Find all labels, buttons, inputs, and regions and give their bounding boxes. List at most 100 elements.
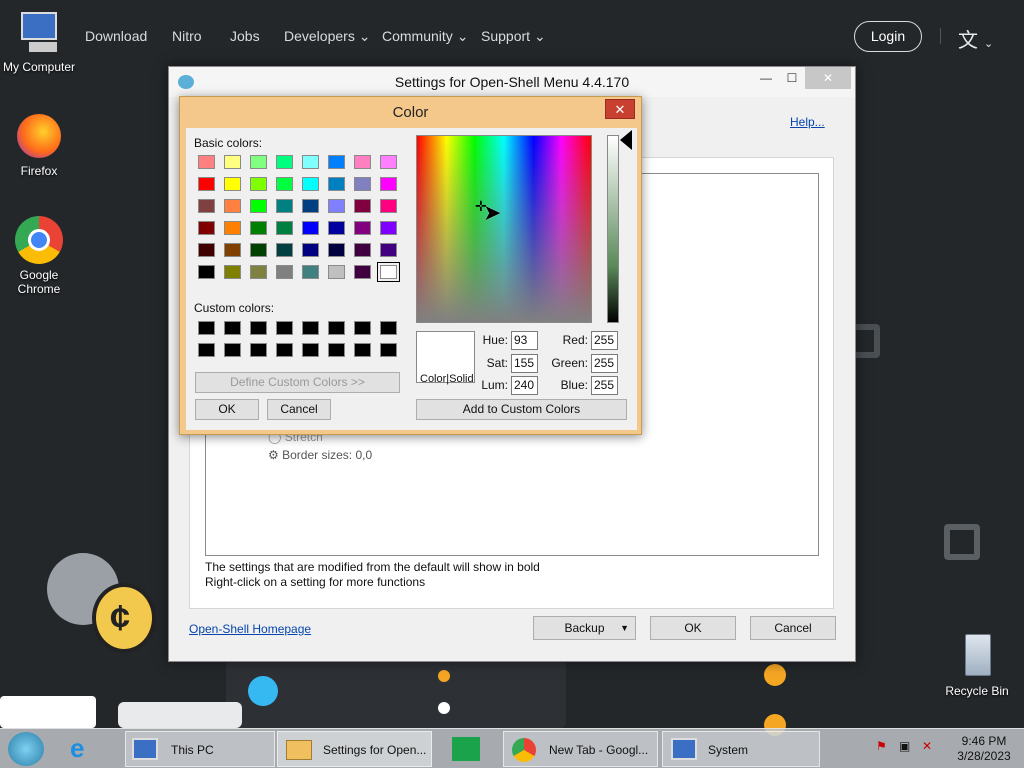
color-swatch[interactable]: [328, 177, 345, 191]
color-swatch[interactable]: [302, 177, 319, 191]
nav-community[interactable]: Community ⌄: [382, 28, 468, 45]
color-swatch[interactable]: [276, 321, 293, 335]
color-swatch[interactable]: [276, 155, 293, 169]
color-swatch[interactable]: [328, 243, 345, 257]
store-icon[interactable]: [452, 737, 480, 761]
color-swatch[interactable]: [380, 199, 397, 213]
color-swatch[interactable]: [302, 221, 319, 235]
color-swatch[interactable]: [328, 321, 345, 335]
nav-jobs[interactable]: Jobs: [230, 28, 260, 44]
clock[interactable]: 9:46 PM 3/28/2023: [948, 734, 1020, 764]
color-swatch[interactable]: [198, 199, 215, 213]
color-swatch[interactable]: [224, 199, 241, 213]
color-swatch[interactable]: [250, 177, 267, 191]
green-field[interactable]: 255: [591, 354, 618, 373]
color-swatch[interactable]: [250, 243, 267, 257]
luminance-slider[interactable]: [607, 135, 619, 323]
color-swatch[interactable]: [198, 343, 215, 357]
color-swatch[interactable]: [354, 243, 371, 257]
backup-button[interactable]: Backup ▼: [533, 616, 636, 640]
color-swatch[interactable]: [302, 321, 319, 335]
color-swatch[interactable]: [302, 265, 319, 279]
homepage-link[interactable]: Open-Shell Homepage: [189, 622, 311, 636]
color-swatch[interactable]: [380, 243, 397, 257]
task-system[interactable]: System: [662, 731, 820, 767]
color-swatch[interactable]: [302, 199, 319, 213]
red-field[interactable]: 255: [591, 331, 618, 350]
desktop-icon-my-computer[interactable]: My Computer: [0, 8, 78, 74]
close-button[interactable]: ✕: [805, 67, 851, 89]
settings-titlebar[interactable]: Settings for Open-Shell Menu 4.4.170 — ☐…: [169, 67, 855, 97]
color-cancel-button[interactable]: Cancel: [267, 399, 331, 420]
color-swatch[interactable]: [354, 321, 371, 335]
color-swatch[interactable]: [250, 265, 267, 279]
ok-button[interactable]: OK: [650, 616, 736, 640]
color-swatch[interactable]: [224, 343, 241, 357]
hue-field[interactable]: 93: [511, 331, 538, 350]
border-sizes-option[interactable]: ⚙ Border sizes: 0,0: [268, 448, 372, 462]
color-swatch[interactable]: [224, 321, 241, 335]
color-swatch[interactable]: [250, 321, 267, 335]
color-swatch[interactable]: [354, 343, 371, 357]
network-icon[interactable]: ▣: [899, 739, 910, 753]
task-chrome[interactable]: New Tab - Googl...: [503, 731, 658, 767]
nav-developers[interactable]: Developers ⌄: [284, 28, 370, 45]
color-swatch[interactable]: [380, 155, 397, 169]
color-swatch[interactable]: [198, 221, 215, 235]
color-swatch[interactable]: [276, 177, 293, 191]
color-swatch[interactable]: [224, 243, 241, 257]
maximize-button[interactable]: ☐: [777, 67, 807, 89]
color-swatch[interactable]: [354, 221, 371, 235]
language-icon[interactable]: 文 ⌄: [958, 24, 993, 53]
nav-download[interactable]: Download: [85, 28, 147, 44]
color-swatch[interactable]: [354, 177, 371, 191]
cancel-button[interactable]: Cancel: [750, 616, 836, 640]
blue-field[interactable]: 255: [591, 376, 618, 395]
nav-nitro[interactable]: Nitro: [172, 28, 202, 44]
color-swatch[interactable]: [380, 177, 397, 191]
color-swatch[interactable]: [276, 221, 293, 235]
color-swatch[interactable]: [302, 155, 319, 169]
color-swatch[interactable]: [224, 265, 241, 279]
define-custom-colors-button[interactable]: Define Custom Colors >>: [195, 372, 400, 393]
desktop-icon-firefox[interactable]: Firefox: [0, 112, 78, 178]
color-swatch[interactable]: [276, 343, 293, 357]
color-swatch[interactable]: [377, 262, 400, 282]
luminance-arrow-icon[interactable]: [620, 130, 632, 150]
color-swatch[interactable]: [198, 177, 215, 191]
color-swatch[interactable]: [354, 155, 371, 169]
color-swatch[interactable]: [328, 155, 345, 169]
task-this-pc[interactable]: This PC: [125, 731, 275, 767]
color-swatch[interactable]: [380, 221, 397, 235]
color-swatch[interactable]: [380, 321, 397, 335]
task-settings[interactable]: Settings for Open...: [277, 731, 432, 767]
add-to-custom-colors-button[interactable]: Add to Custom Colors: [416, 399, 627, 420]
color-swatch[interactable]: [224, 221, 241, 235]
color-swatch[interactable]: [380, 343, 397, 357]
color-swatch[interactable]: [276, 243, 293, 257]
sat-field[interactable]: 155: [511, 354, 538, 373]
color-swatch[interactable]: [276, 199, 293, 213]
desktop-icon-chrome[interactable]: Google Chrome: [0, 216, 78, 296]
color-swatch[interactable]: [250, 343, 267, 357]
color-swatch[interactable]: [302, 343, 319, 357]
color-ok-button[interactable]: OK: [195, 399, 259, 420]
color-swatch[interactable]: [250, 155, 267, 169]
internet-explorer-icon[interactable]: e: [70, 733, 84, 764]
color-swatch[interactable]: [198, 155, 215, 169]
color-swatch[interactable]: [354, 199, 371, 213]
desktop-icon-recycle-bin[interactable]: Recycle Bin: [938, 632, 1016, 698]
help-link[interactable]: Help...: [790, 115, 825, 129]
color-swatch[interactable]: [354, 265, 371, 279]
color-swatch[interactable]: [224, 155, 241, 169]
login-button[interactable]: Login: [854, 21, 922, 52]
color-swatch[interactable]: [302, 243, 319, 257]
color-swatch[interactable]: [328, 343, 345, 357]
flag-icon[interactable]: ⚑: [876, 739, 887, 753]
color-swatch[interactable]: [250, 199, 267, 213]
color-swatch[interactable]: [276, 265, 293, 279]
color-swatch[interactable]: [198, 265, 215, 279]
color-swatch[interactable]: [328, 265, 345, 279]
color-spectrum[interactable]: ✛ ➤: [416, 135, 592, 323]
color-swatch[interactable]: [224, 177, 241, 191]
